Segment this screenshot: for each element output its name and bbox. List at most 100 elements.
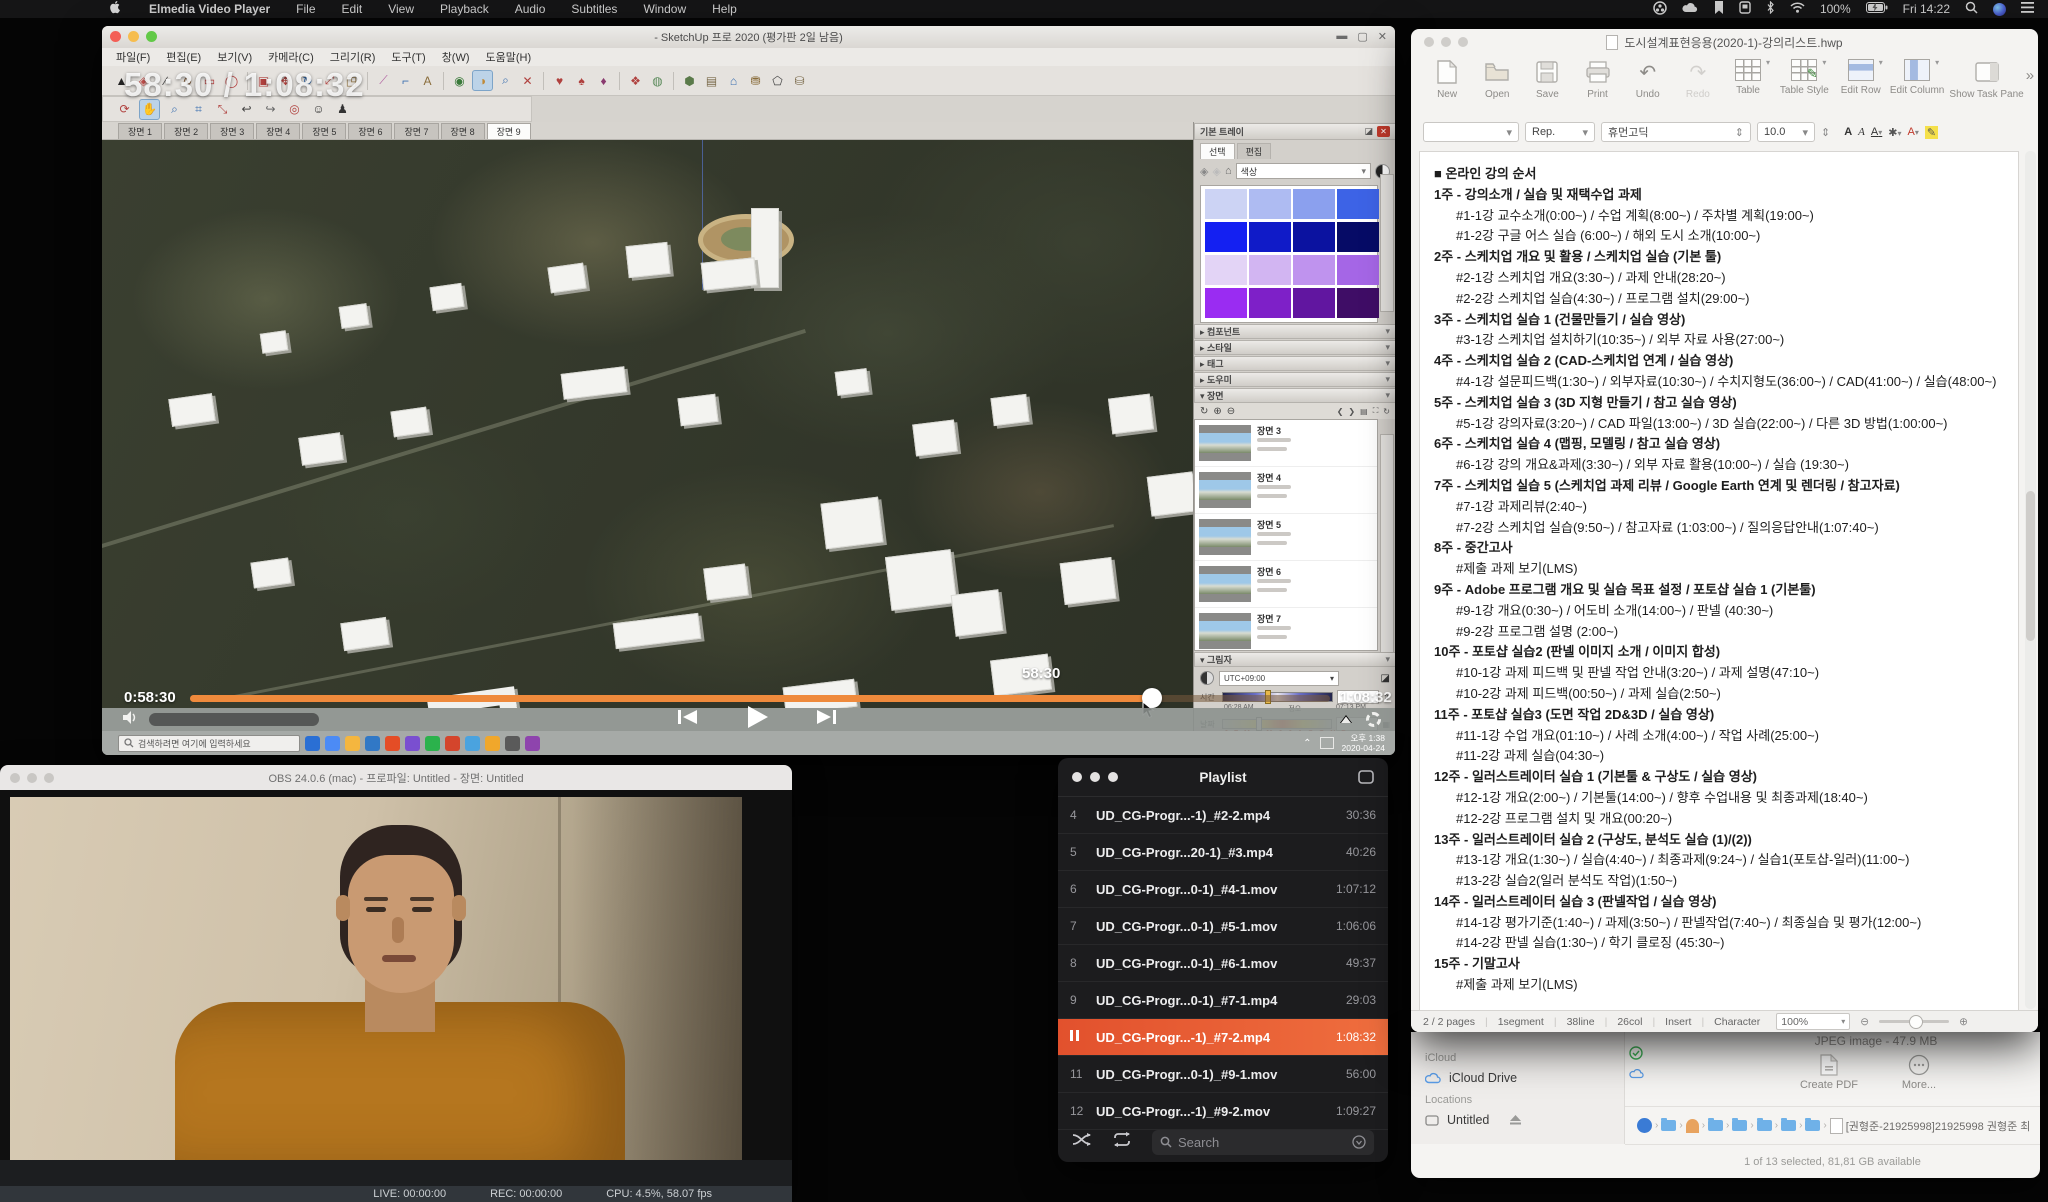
- menu-item-help[interactable]: Help: [712, 2, 737, 16]
- materials-category-dropdown[interactable]: 색상▾: [1236, 163, 1371, 179]
- tray-chevron-icon[interactable]: ⌃: [1303, 738, 1311, 749]
- hwp-toolbar-table[interactable]: Table▾: [1724, 59, 1772, 67]
- home-icon[interactable]: ⌂: [1225, 165, 1232, 177]
- taskbar-app-icon[interactable]: [485, 736, 500, 751]
- scene-list-item[interactable]: 장면 7: [1195, 608, 1377, 651]
- taskbar-app-icon[interactable]: [365, 736, 380, 751]
- playlist-row[interactable]: 6UD_CG-Progr...0-1)_#4-1.mov1:07:12: [1058, 871, 1388, 908]
- color-swatch[interactable]: [1293, 222, 1335, 252]
- hwp-toolbar-table-style[interactable]: ✎Table Style▾: [1774, 59, 1835, 67]
- playlist-row[interactable]: 5UD_CG-Progr...20-1)_#3.mp440:26: [1058, 834, 1388, 871]
- taskbar-clock[interactable]: 오후 1:38 2020-04-24: [1342, 733, 1385, 753]
- taskbar-app-icon[interactable]: [305, 736, 320, 751]
- taskbar-app-icon[interactable]: [425, 736, 440, 751]
- update-scene-icon[interactable]: ↻: [1200, 406, 1208, 417]
- obs-status-icon[interactable]: [1653, 1, 1667, 18]
- hwp-toolbar-save[interactable]: Save: [1523, 59, 1571, 100]
- hwp-toolbar-edit-column[interactable]: Edit Column▾: [1887, 59, 1948, 67]
- playlist-panel-icon[interactable]: [1358, 770, 1374, 787]
- hwp-document-page[interactable]: ■ 온라인 강의 순서1주 - 강의소개 / 실습 및 재택수업 과제#1-1강…: [1419, 151, 2019, 1011]
- sketchup-menu-item[interactable]: 도구(T): [391, 49, 425, 65]
- folder-icon[interactable]: [1805, 1120, 1820, 1131]
- folder-icon[interactable]: [1757, 1120, 1772, 1131]
- sketchup-menu-item[interactable]: 편집(E): [166, 49, 201, 65]
- style-dropdown[interactable]: ▾: [1423, 122, 1519, 142]
- sketchup-tool-icon[interactable]: ♥: [550, 71, 569, 90]
- menu-item-edit[interactable]: Edit: [342, 2, 363, 16]
- sketchup-menu-item[interactable]: 카메라(C): [268, 49, 314, 65]
- scenes-view-icon[interactable]: ❮: [1337, 407, 1344, 416]
- minimize-button[interactable]: [128, 31, 139, 42]
- sketchup-menu-item[interactable]: 창(W): [442, 49, 470, 65]
- sketchup-tool-icon[interactable]: ⛃: [746, 71, 765, 90]
- bookmark-icon[interactable]: [1714, 1, 1724, 17]
- scene-list-item[interactable]: 장면 4: [1195, 467, 1377, 514]
- sketchup-tool-icon[interactable]: ◉: [450, 71, 469, 90]
- shuffle-icon[interactable]: [1072, 1132, 1092, 1152]
- sketchup-tool-icon[interactable]: ⬢: [680, 71, 699, 90]
- section-menu-icon[interactable]: ▾: [1385, 654, 1390, 665]
- scroll-thumb[interactable]: [2026, 491, 2035, 641]
- italic-button[interactable]: A: [1858, 126, 1865, 138]
- zoom-out-icon[interactable]: ⊖: [1860, 1016, 1869, 1028]
- zoom-slider[interactable]: [1879, 1020, 1949, 1023]
- sketchup-tool-icon[interactable]: ◍: [648, 71, 667, 90]
- scene-tab-5[interactable]: 장면 5: [302, 123, 346, 139]
- sketchup-menu-item[interactable]: 도움말(H): [486, 49, 532, 65]
- folder-icon[interactable]: [1781, 1120, 1796, 1131]
- hwp-toolbar-show-task-pane[interactable]: Show Task Pane: [1949, 59, 2023, 100]
- zoom-slider-knob[interactable]: [1909, 1015, 1923, 1029]
- color-swatch[interactable]: [1205, 189, 1247, 219]
- tray-close-icon[interactable]: ✕: [1377, 126, 1390, 137]
- scene-list-item[interactable]: 장면 3: [1195, 420, 1377, 467]
- sketchup-tool-icon[interactable]: ⌂: [724, 71, 743, 90]
- taskbar-app-icon[interactable]: [325, 736, 340, 751]
- zoom-in-icon[interactable]: ⊕: [1959, 1016, 1968, 1028]
- sketchup-title-bar[interactable]: - SketchUp 프로 2020 (평가판 2일 남음): [102, 26, 1395, 48]
- playlist-search-input[interactable]: Search: [1152, 1130, 1374, 1155]
- scene-list-item[interactable]: 장면 6: [1195, 561, 1377, 608]
- back-arrow-icon[interactable]: ◈: [1200, 165, 1208, 178]
- materials-tab-선택[interactable]: 선택: [1200, 143, 1235, 159]
- color-swatch[interactable]: [1249, 255, 1291, 285]
- close-button[interactable]: [10, 773, 20, 783]
- sketchup-tool-icon[interactable]: ♠: [572, 71, 591, 90]
- color-swatch[interactable]: [1337, 222, 1379, 252]
- hwp-toolbar-edit-row[interactable]: Edit Row▾: [1837, 59, 1885, 67]
- color-swatch[interactable]: [1293, 288, 1335, 318]
- sketchup-menu-item[interactable]: 파일(F): [116, 49, 150, 65]
- tray-icon[interactable]: [1320, 737, 1334, 749]
- pin-icon[interactable]: ◪: [1364, 126, 1373, 137]
- taskbar-app-icon[interactable]: [525, 736, 540, 751]
- notification-center-icon[interactable]: [2021, 2, 2034, 16]
- highlight-button[interactable]: ✎: [1925, 126, 1938, 139]
- sketchup-tool-icon[interactable]: ⌕: [496, 71, 515, 90]
- sketchup-tool-icon[interactable]: ❖: [626, 71, 645, 90]
- rep-dropdown[interactable]: Rep.▾: [1525, 122, 1595, 142]
- hwp-title-bar[interactable]: 도시설계표현응용(2020-1)-강의리스트.hwp: [1411, 29, 2038, 55]
- hwp-toolbar-new[interactable]: New: [1423, 59, 1471, 100]
- play-button[interactable]: [745, 705, 769, 734]
- playlist-row[interactable]: 8UD_CG-Progr...0-1)_#6-1.mov49:37: [1058, 945, 1388, 982]
- bluetooth-icon[interactable]: [1766, 1, 1775, 17]
- taskbar-app-icon[interactable]: [505, 736, 520, 751]
- underline-button[interactable]: A▾: [1871, 126, 1882, 138]
- menu-app-name[interactable]: Elmedia Video Player: [149, 2, 270, 16]
- scenes-scrollbar[interactable]: [1380, 434, 1394, 666]
- zoom-button[interactable]: [1108, 772, 1118, 782]
- menu-item-playback[interactable]: Playback: [440, 2, 489, 16]
- sketchup-minimize-icon[interactable]: ▬: [1336, 30, 1347, 43]
- sketchup-tool-icon[interactable]: ♦: [594, 71, 613, 90]
- section-menu-icon[interactable]: ▾: [1385, 374, 1390, 385]
- menu-item-audio[interactable]: Audio: [515, 2, 546, 16]
- bold-button[interactable]: A: [1844, 126, 1852, 138]
- scenes-list[interactable]: 장면 3장면 4장면 5장면 6장면 7: [1194, 419, 1378, 651]
- sketchup-tool-icon[interactable]: ⛁: [790, 71, 809, 90]
- hwp-toolbar-print[interactable]: Print: [1573, 59, 1621, 100]
- scene-tab-4[interactable]: 장면 4: [256, 123, 300, 139]
- minimize-button[interactable]: [27, 773, 37, 783]
- spotlight-search-icon[interactable]: [1965, 1, 1978, 17]
- zoom-button[interactable]: [1458, 37, 1468, 47]
- pip-icon[interactable]: [1340, 715, 1352, 725]
- font-dropdown[interactable]: 휴먼고딕⇕: [1601, 122, 1751, 142]
